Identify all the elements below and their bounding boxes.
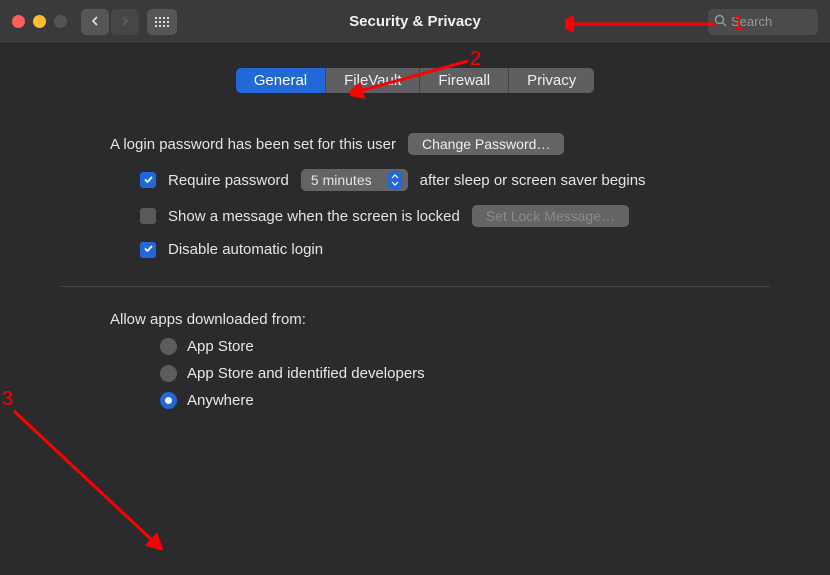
tab-firewall[interactable]: Firewall xyxy=(420,68,509,93)
search-placeholder: Search xyxy=(731,14,772,29)
require-password-suffix: after sleep or screen saver begins xyxy=(420,172,646,189)
divider xyxy=(60,286,770,287)
login-password-text: A login password has been set for this u… xyxy=(110,136,396,153)
annotation-arrow-3 xyxy=(8,405,168,550)
allow-apps-section: Allow apps downloaded from: App Store Ap… xyxy=(0,311,830,409)
show-all-button[interactable] xyxy=(147,9,177,35)
require-password-checkbox[interactable] xyxy=(140,172,156,188)
nav-buttons xyxy=(81,9,139,35)
radio-label: App Store xyxy=(187,338,254,355)
tab-privacy[interactable]: Privacy xyxy=(509,68,594,93)
titlebar: Security & Privacy Search xyxy=(0,0,830,44)
change-password-button[interactable]: Change Password… xyxy=(408,133,564,155)
search-input[interactable]: Search xyxy=(708,9,818,35)
tab-general[interactable]: General xyxy=(236,68,326,93)
maximize-button[interactable] xyxy=(54,15,67,28)
content-area: General FileVault Firewall Privacy A log… xyxy=(0,44,830,409)
allow-apps-label: Allow apps downloaded from: xyxy=(110,311,306,328)
show-message-checkbox[interactable] xyxy=(140,208,156,224)
radio-button xyxy=(160,365,177,382)
login-password-row: A login password has been set for this u… xyxy=(110,133,770,155)
radio-anywhere[interactable]: Anywhere xyxy=(160,392,770,409)
grid-icon xyxy=(155,17,169,27)
radio-button xyxy=(160,392,177,409)
set-lock-message-button[interactable]: Set Lock Message… xyxy=(472,205,629,227)
password-delay-select[interactable]: 5 minutes xyxy=(301,169,408,191)
show-message-label: Show a message when the screen is locked xyxy=(168,208,460,225)
radio-app-store-identified[interactable]: App Store and identified developers xyxy=(160,365,770,382)
login-section: A login password has been set for this u… xyxy=(0,133,830,258)
allow-apps-label-row: Allow apps downloaded from: xyxy=(110,311,770,328)
back-button[interactable] xyxy=(81,9,109,35)
close-button[interactable] xyxy=(12,15,25,28)
search-icon xyxy=(714,14,727,30)
chevron-right-icon xyxy=(119,14,131,30)
check-icon xyxy=(143,172,154,189)
minimize-button[interactable] xyxy=(33,15,46,28)
chevron-left-icon xyxy=(89,14,101,30)
disable-auto-login-checkbox[interactable] xyxy=(140,242,156,258)
window-title: Security & Privacy xyxy=(349,13,481,30)
traffic-lights xyxy=(12,15,67,28)
require-password-row: Require password 5 minutes after sleep o… xyxy=(110,169,770,191)
tab-bar: General FileVault Firewall Privacy xyxy=(0,68,830,93)
stepper-icon xyxy=(388,171,402,189)
check-icon xyxy=(143,241,154,258)
allow-apps-radio-group: App Store App Store and identified devel… xyxy=(110,338,770,409)
require-password-label: Require password xyxy=(168,172,289,189)
tab-filevault[interactable]: FileVault xyxy=(326,68,420,93)
radio-button xyxy=(160,338,177,355)
radio-label: Anywhere xyxy=(187,392,254,409)
radio-app-store[interactable]: App Store xyxy=(160,338,770,355)
radio-label: App Store and identified developers xyxy=(187,365,425,382)
forward-button[interactable] xyxy=(111,9,139,35)
password-delay-value: 5 minutes xyxy=(311,172,372,188)
disable-auto-login-row: Disable automatic login xyxy=(110,241,770,258)
disable-auto-login-label: Disable automatic login xyxy=(168,241,323,258)
show-message-row: Show a message when the screen is locked… xyxy=(110,205,770,227)
preferences-window: Security & Privacy Search General FileVa… xyxy=(0,0,830,575)
